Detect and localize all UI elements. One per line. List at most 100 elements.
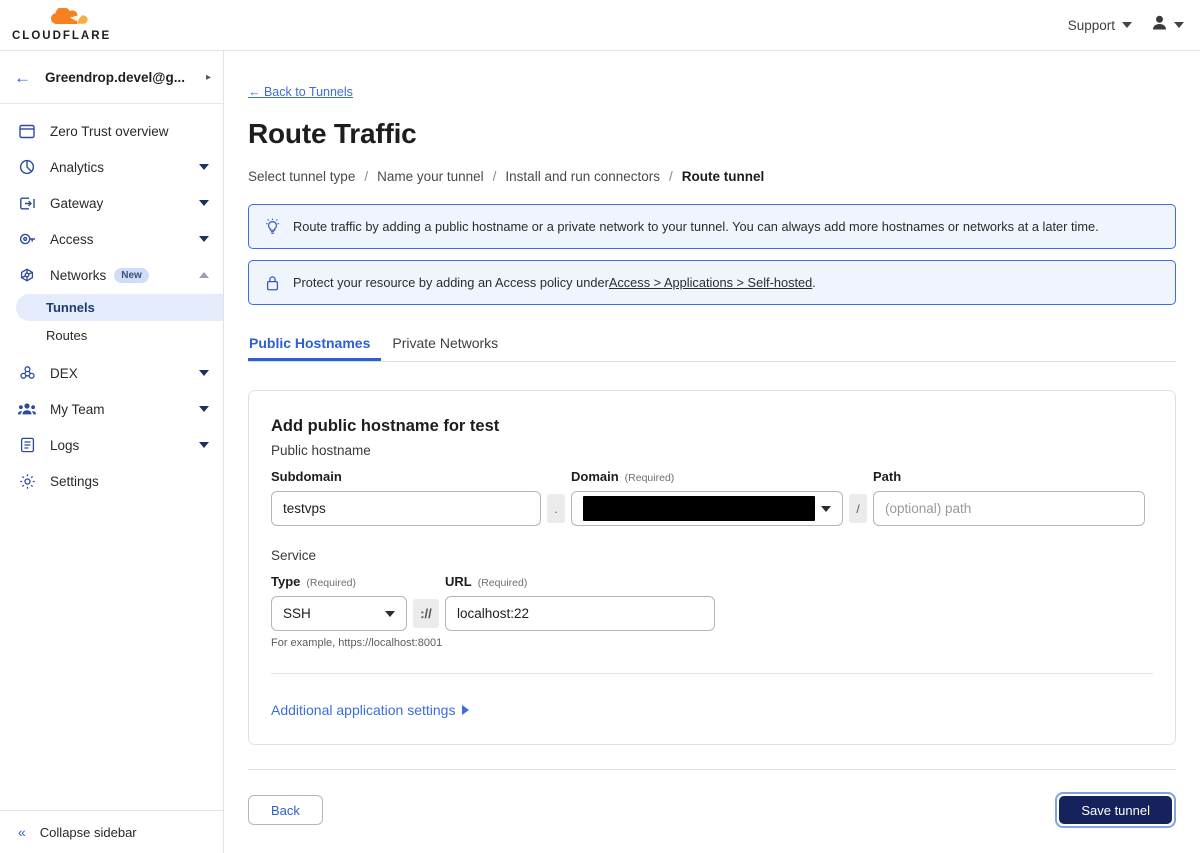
access-key-icon [18,230,36,248]
chevron-down-icon[interactable] [199,200,209,206]
sidebar-item-settings[interactable]: Settings [0,463,223,499]
tab-public-hostnames[interactable]: Public Hostnames [248,335,381,361]
chevron-down-icon[interactable] [199,370,209,376]
chevron-down-icon[interactable] [199,406,209,412]
sidebar-item-label: Access [50,231,94,247]
gateway-arrow-icon [18,194,36,212]
url-label: URL [445,574,472,589]
breadcrumb: Select tunnel type / Name your tunnel / … [248,169,1176,184]
lightbulb-icon [263,218,281,235]
public-hostname-section-label: Public hostname [271,443,371,458]
breadcrumb-separator: / [669,169,673,184]
collapse-sidebar-button[interactable]: « Collapse sidebar [0,810,223,853]
subdomain-input[interactable] [271,491,541,526]
chevron-down-icon [1174,22,1184,28]
domain-select[interactable] [571,491,843,526]
subdomain-label-wrap: Subdomain [271,469,541,484]
main-content: ← Back to Tunnels Route Traffic Select t… [224,51,1200,853]
breadcrumb-step-1[interactable]: Select tunnel type [248,169,355,184]
additional-settings-label: Additional application settings [271,702,456,718]
protocol-separator: :// [413,599,439,628]
collapse-sidebar-label: Collapse sidebar [39,824,137,840]
sidebar-item-label: Gateway [50,195,104,211]
card-divider [271,673,1153,674]
support-menu-button[interactable]: Support [1068,18,1132,33]
additional-application-settings-toggle[interactable]: Additional application settings [271,702,470,718]
info-banner-text: Route traffic by adding a public hostnam… [293,219,1099,234]
chevron-down-icon[interactable] [199,164,209,170]
chevron-down-icon[interactable] [199,236,209,242]
service-type-select[interactable]: SSH [271,596,407,631]
window-icon [18,122,36,140]
breadcrumb-separator: / [492,169,497,184]
chevron-down-icon [821,505,831,512]
back-button[interactable]: Back [248,795,323,825]
domain-redacted-value [583,496,815,521]
support-label: Support [1067,17,1115,33]
user-avatar-icon [1152,15,1167,36]
sidebar-item-zero-trust-overview[interactable]: Zero Trust overview [0,113,223,149]
arrow-left-icon[interactable]: ← [14,69,31,86]
user-account-menu-button[interactable] [1152,15,1184,36]
triangle-right-icon [462,705,470,715]
domain-label-wrap: Domain (Required) [571,469,843,484]
breadcrumb-step-3[interactable]: Install and run connectors [505,169,660,184]
cloudflare-logo[interactable]: CLOUDFLARE [12,6,111,43]
sidebar-item-networks[interactable]: Networks New [0,257,223,293]
sidebar-item-gateway[interactable]: Gateway [0,185,223,221]
type-required-hint: (Required) [306,577,356,589]
sidebar-item-analytics[interactable]: Analytics [0,149,223,185]
sidebar-item-logs[interactable]: Logs [0,427,223,463]
url-example-hint: For example, https://localhost:8001 [271,637,443,649]
page-title: Route Traffic [248,118,417,149]
domain-required-hint: (Required) [624,472,675,484]
dot-separator: . [547,494,565,523]
sidebar-item-access[interactable]: Access [0,221,223,257]
sidebar-item-label: Logs [50,437,80,453]
hostname-field-row: Subdomain . Domain (Required) / Path [271,469,1153,526]
dex-molecule-icon [18,364,36,382]
sidebar-item-dex[interactable]: DEX [0,355,223,391]
chevrons-left-icon: « [18,824,26,840]
breadcrumb-separator: / [364,169,369,184]
team-people-icon [18,400,36,418]
sidebar-item-my-team[interactable]: My Team [0,391,223,427]
network-nodes-icon [18,266,36,284]
sidebar: ← Greendrop.devel@g... ▸ Zero Trust over… [0,51,224,853]
gear-icon [18,472,36,490]
logs-list-icon [18,436,36,454]
access-applications-link[interactable]: Access > Applications > Self-hosted [609,275,812,290]
sidebar-item-tunnels[interactable]: Tunnels [16,294,223,321]
sidebar-subitem-label: Tunnels [46,300,95,315]
add-public-hostname-card: Add public hostname for test Public host… [248,390,1176,745]
tab-private-networks[interactable]: Private Networks [381,335,509,361]
save-tunnel-button[interactable]: Save tunnel [1059,796,1172,824]
sidebar-item-label: Zero Trust overview [50,123,169,139]
account-switcher[interactable]: ← Greendrop.devel@g... ▸ [0,51,223,104]
chevron-right-icon: ▸ [205,71,211,83]
path-input[interactable] [873,491,1145,526]
sidebar-item-label: My Team [50,401,105,417]
back-to-tunnels-link[interactable]: ← Back to Tunnels [248,85,353,99]
account-name: Greendrop.devel@g... [45,69,185,85]
breadcrumb-step-2[interactable]: Name your tunnel [377,169,484,184]
access-banner-text-after: . [812,275,816,290]
info-banner-route-traffic: Route traffic by adding a public hostnam… [248,204,1176,249]
url-label-wrap: URL (Required) [445,574,715,589]
subdomain-label: Subdomain [271,469,342,484]
chevron-down-icon[interactable] [199,442,209,448]
breadcrumb-step-4: Route tunnel [681,169,765,184]
service-type-value: SSH [283,606,311,621]
service-url-input[interactable] [445,596,715,631]
chevron-down-icon [385,610,395,617]
access-banner-text-before: Protect your resource by adding an Acces… [293,275,609,290]
sidebar-item-label: Settings [50,473,99,489]
sidebar-item-label: Analytics [50,159,105,175]
wizard-footer: Back Save tunnel [248,769,1176,828]
cloudflare-cloud-icon [44,6,92,32]
url-required-hint: (Required) [477,577,528,589]
type-label-wrap: Type (Required) [271,574,407,589]
info-banner-access-policy: Protect your resource by adding an Acces… [248,260,1176,305]
chevron-up-icon[interactable] [199,272,209,278]
sidebar-item-routes[interactable]: Routes [0,322,223,348]
